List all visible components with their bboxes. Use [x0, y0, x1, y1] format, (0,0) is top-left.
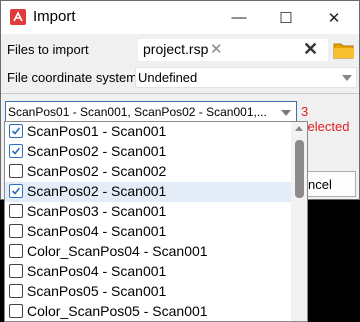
list-item-label: ScanPos02 - Scan002: [27, 163, 167, 179]
checkbox-checked-icon[interactable]: [9, 184, 23, 198]
checkbox-icon[interactable]: [9, 304, 23, 318]
list-item-label: ScanPos02 - Scan001: [27, 143, 167, 159]
folder-icon[interactable]: [333, 41, 355, 59]
checkbox-checked-icon[interactable]: [9, 124, 23, 138]
coordinate-system-value: Undefined: [138, 70, 198, 85]
list-item-label: ScanPos05 - Scan001: [27, 283, 167, 299]
maximize-button[interactable]: ☐: [263, 1, 309, 34]
scrollbar[interactable]: [291, 122, 307, 321]
chevron-down-icon: [281, 110, 291, 116]
file-chip: project.rsp: [143, 41, 209, 57]
list-item-label: ScanPos03 - Scan001: [27, 203, 167, 219]
scan-dropdown-list: ScanPos01 - Scan001 ScanPos02 - Scan001 Sc…: [4, 121, 308, 322]
list-item[interactable]: ScanPos05 - Scan001: [5, 282, 291, 302]
close-button[interactable]: ✕: [311, 1, 357, 34]
list-item[interactable]: ScanPos03 - Scan001: [5, 202, 291, 222]
list-item[interactable]: ScanPos02 - Scan002: [5, 162, 291, 182]
list-item-label: ScanPos04 - Scan001: [27, 263, 167, 279]
scan-multiselect[interactable]: ScanPos01 - Scan001, ScanPos02 - Scan001…: [5, 101, 297, 123]
title-bar: Import — ☐ ✕: [1, 1, 359, 34]
files-to-import-label: Files to import: [7, 42, 89, 57]
divider: [1, 93, 359, 94]
checkbox-checked-icon[interactable]: [9, 144, 23, 158]
coordinate-system-select[interactable]: Undefined: [135, 67, 357, 88]
list-item-label: Color_ScanPos05 - Scan001: [27, 303, 208, 319]
list-item[interactable]: ScanPos01 - Scan001: [5, 122, 291, 142]
checkbox-icon[interactable]: [9, 224, 23, 238]
checkbox-icon[interactable]: [9, 264, 23, 278]
selected-count: 3 selected: [301, 104, 350, 134]
checkbox-icon[interactable]: [9, 284, 23, 298]
list-item[interactable]: Color_ScanPos04 - Scan001: [5, 242, 291, 262]
checkbox-icon[interactable]: [9, 244, 23, 258]
scan-multiselect-value: ScanPos01 - Scan001, ScanPos02 - Scan001…: [8, 105, 267, 119]
maximize-icon: ☐: [279, 9, 293, 27]
list-item[interactable]: ScanPos02 - Scan001: [5, 182, 291, 202]
coordinate-system-label: File coordinate system: [7, 70, 138, 85]
minimize-icon: —: [231, 9, 247, 26]
clear-files-icon[interactable]: ✕: [303, 39, 318, 60]
list-item-label: Color_ScanPos04 - Scan001: [27, 243, 208, 259]
list-item[interactable]: ScanPos04 - Scan001: [5, 222, 291, 242]
minimize-button[interactable]: —: [216, 1, 262, 34]
close-icon: ✕: [327, 9, 341, 27]
chevron-down-icon: [342, 75, 352, 81]
window-title: Import: [33, 8, 76, 25]
list-item-label: ScanPos04 - Scan001: [27, 223, 167, 239]
list-item-label: ScanPos01 - Scan001: [27, 123, 167, 139]
remove-file-icon[interactable]: ✕: [210, 40, 223, 58]
files-field[interactable]: project.rsp ✕: [138, 39, 328, 61]
list-item[interactable]: ScanPos04 - Scan001: [5, 262, 291, 282]
list-item-label: ScanPos02 - Scan001: [27, 183, 167, 199]
list-item[interactable]: ScanPos02 - Scan001: [5, 142, 291, 162]
app-logo-icon: [10, 9, 26, 25]
scrollbar-thumb[interactable]: [295, 140, 304, 198]
list-item[interactable]: Color_ScanPos05 - Scan001: [5, 302, 291, 321]
checkbox-icon[interactable]: [9, 164, 23, 178]
checkbox-icon[interactable]: [9, 204, 23, 218]
scroll-up-icon[interactable]: [295, 126, 303, 131]
cancel-button-label: ncel: [308, 177, 332, 192]
